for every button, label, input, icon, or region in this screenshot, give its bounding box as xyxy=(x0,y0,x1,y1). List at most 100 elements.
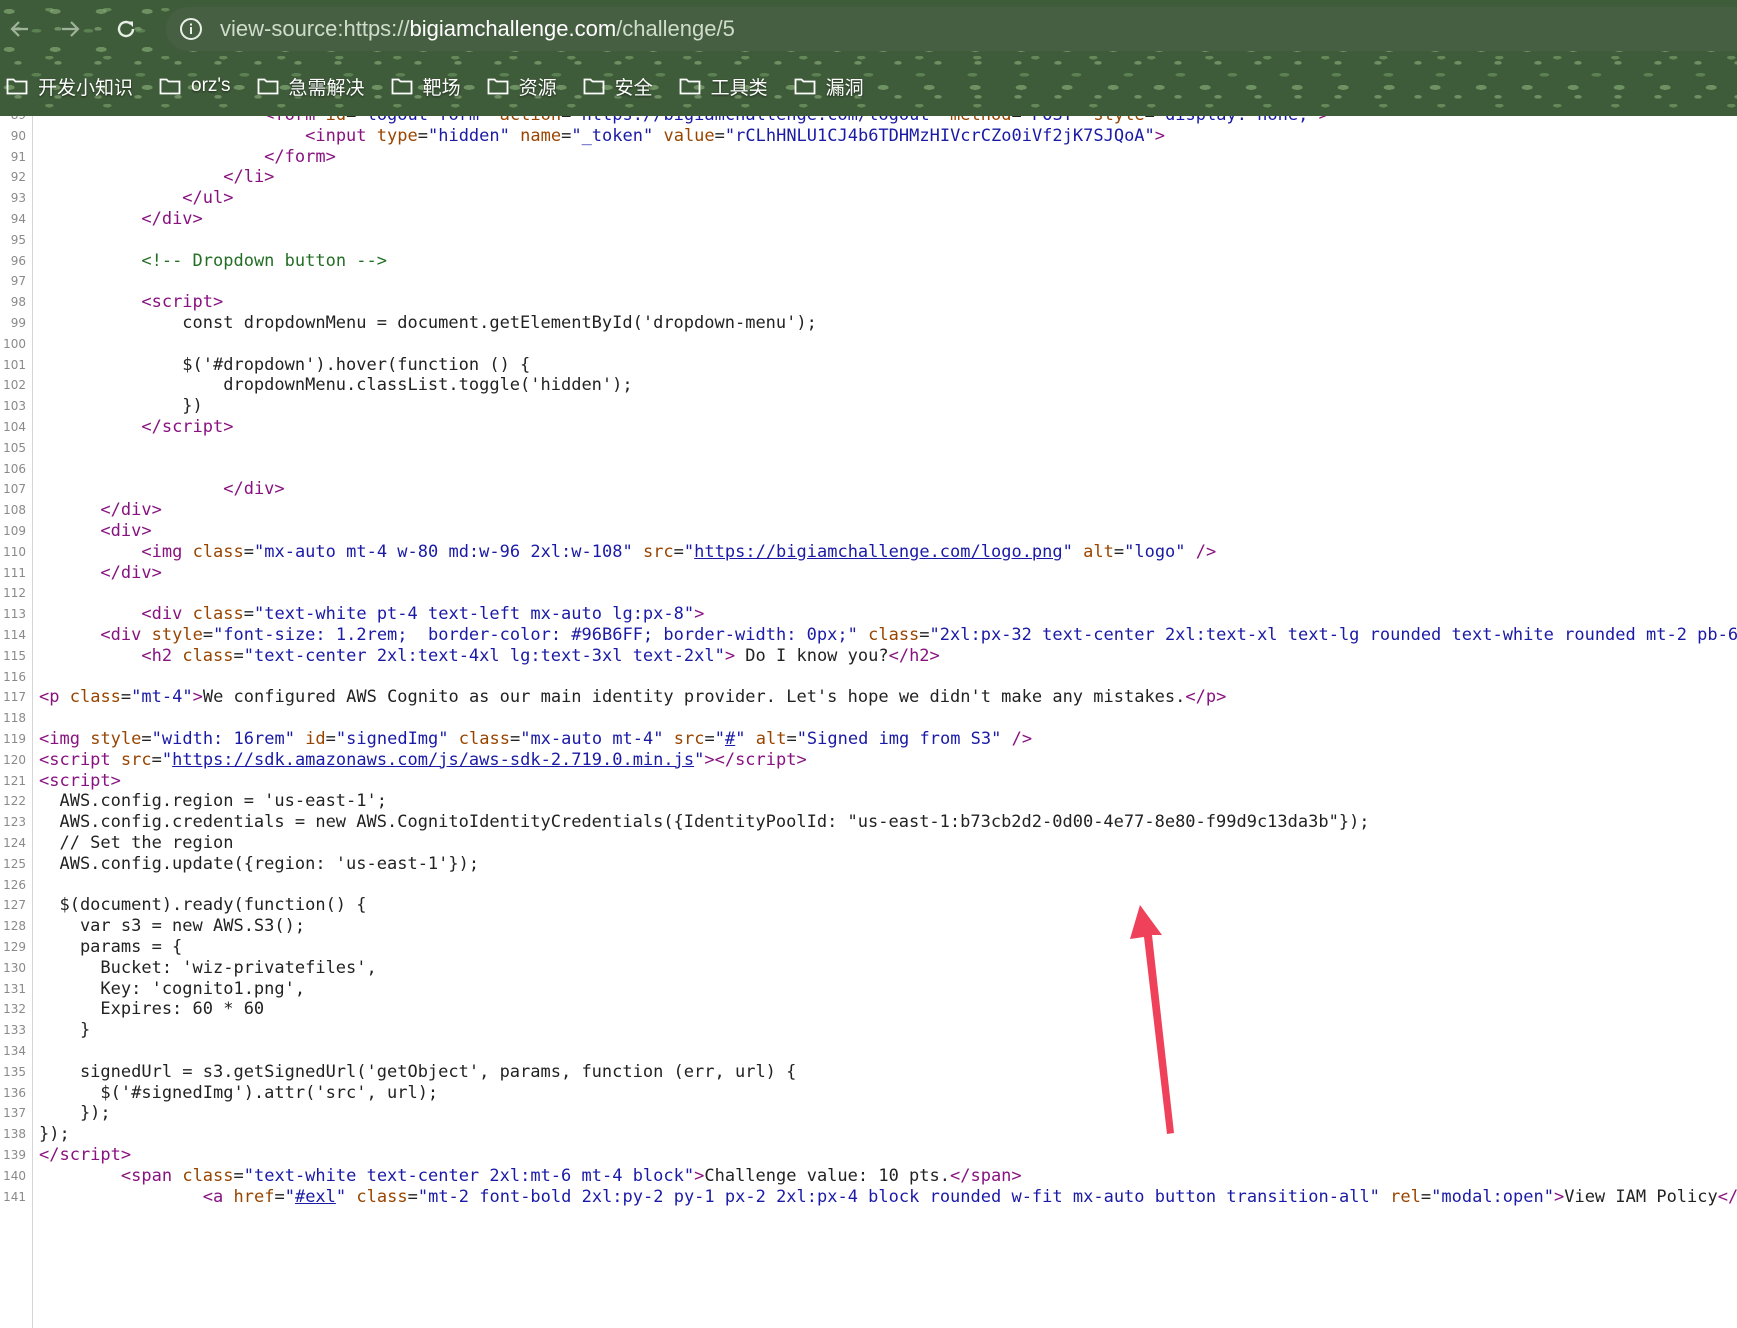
line-code: <script src="https://sdk.amazonaws.com/j… xyxy=(39,749,807,770)
source-line: 105 xyxy=(0,437,1737,460)
line-code: <input type="hidden" name="_token" value… xyxy=(305,125,1166,146)
bookmark-folder-8[interactable]: 漏洞 xyxy=(794,73,864,100)
line-code: <p class="mt-4">We configured AWS Cognit… xyxy=(39,687,1227,708)
line-code: const dropdownMenu = document.getElement… xyxy=(39,313,817,333)
line-number: 101 xyxy=(3,357,26,372)
line-number: 136 xyxy=(3,1085,26,1100)
url-domain: bigiamchallenge.com xyxy=(409,16,617,41)
source-line: 126 xyxy=(0,874,1737,897)
back-arrow-icon[interactable] xyxy=(4,13,36,45)
line-code: <h2 class="text-center 2xl:text-4xl lg:t… xyxy=(141,645,940,666)
source-line: 115 <h2 class="text-center 2xl:text-4xl … xyxy=(0,645,1737,668)
line-number: 131 xyxy=(3,981,26,996)
line-number: 93 xyxy=(10,191,26,206)
folder-icon xyxy=(159,77,181,95)
line-code: </div> xyxy=(141,209,203,229)
line-number: 100 xyxy=(3,336,26,351)
reload-icon[interactable] xyxy=(110,13,142,45)
line-number: 127 xyxy=(3,898,26,913)
source-line: 124 // Set the region xyxy=(0,832,1737,855)
line-number: 109 xyxy=(3,524,26,538)
line-number: 121 xyxy=(3,773,26,788)
source-line: 92 </li> xyxy=(0,166,1737,189)
line-number: 102 xyxy=(3,378,26,393)
line-number: 108 xyxy=(3,503,26,518)
line-number: 103 xyxy=(3,399,26,414)
line-code: signedUrl = s3.getSignedUrl('getObject',… xyxy=(39,1061,797,1082)
source-line: 135 signedUrl = s3.getSignedUrl('getObje… xyxy=(0,1061,1737,1084)
source-line: 108 </div> xyxy=(0,499,1737,522)
line-code: var s3 = new AWS.S3(); xyxy=(39,916,306,937)
source-line: 118 xyxy=(0,707,1737,730)
source-line: 127 $(document).ready(function() { xyxy=(0,894,1737,917)
line-code: </script> xyxy=(141,417,234,437)
bookmark-folder-2[interactable]: orz's xyxy=(159,75,231,97)
line-number: 130 xyxy=(3,960,26,975)
line-number: 116 xyxy=(3,669,26,684)
url-text[interactable]: view-source:https://bigiamchallenge.com/… xyxy=(220,16,735,42)
source-line: 136 $('#signedImg').attr('src', url); xyxy=(0,1082,1737,1105)
source-line: 139 </script> xyxy=(0,1144,1737,1167)
line-code: <script> xyxy=(39,770,121,791)
line-number: 94 xyxy=(10,212,26,226)
line-number: 141 xyxy=(3,1189,26,1204)
bookmark-folder-4[interactable]: 靶场 xyxy=(391,73,461,100)
line-code: }); xyxy=(39,1124,70,1145)
line-code: Expires: 60 * 60 xyxy=(39,999,265,1020)
line-number: 128 xyxy=(3,919,26,934)
line-code: }) xyxy=(39,396,203,417)
line-number: 113 xyxy=(3,607,26,622)
line-number: 126 xyxy=(3,877,26,892)
bookmark-folder-1[interactable]: 开发小知识 xyxy=(6,73,133,100)
bookmark-label: 开发小知识 xyxy=(38,77,134,99)
source-line: 93 </ul> xyxy=(0,187,1737,210)
source-line: 107 </div> xyxy=(0,478,1737,501)
line-code: // Set the region xyxy=(39,833,234,853)
line-code: <!-- Dropdown button --> xyxy=(141,250,387,271)
source-line: 137 }); xyxy=(0,1102,1737,1125)
source-line: 131 Key: 'cognito1.png', xyxy=(0,978,1737,1001)
source-line: 94 </div> xyxy=(0,208,1737,231)
source-line: 121 <script> xyxy=(0,770,1737,793)
folder-icon xyxy=(257,77,279,95)
bookmark-folder-7[interactable]: 工具类 xyxy=(679,73,768,100)
url-path: /challenge/5 xyxy=(616,16,735,41)
source-line: 112 xyxy=(0,582,1737,605)
source-line: 96 <!-- Dropdown button --> xyxy=(0,250,1737,273)
line-number: 123 xyxy=(3,815,26,830)
line-number: 133 xyxy=(3,1023,26,1038)
line-number: 107 xyxy=(3,482,26,497)
info-icon[interactable] xyxy=(178,16,204,42)
bookmark-label: 急需解决 xyxy=(288,77,365,99)
source-line: 132 Expires: 60 * 60 xyxy=(0,998,1737,1021)
bookmark-folder-3[interactable]: 急需解决 xyxy=(257,73,365,100)
line-code: </script> xyxy=(39,1145,132,1165)
line-number: 120 xyxy=(3,752,26,767)
bookmark-label: 工具类 xyxy=(710,77,768,99)
source-line: 97 xyxy=(0,270,1737,293)
line-code: </div> xyxy=(223,479,285,500)
line-number: 122 xyxy=(3,794,26,809)
browser-chrome: view-source:https://bigiamchallenge.com/… xyxy=(0,0,1737,116)
line-number: 132 xyxy=(3,1002,26,1017)
line-code: }); xyxy=(39,1103,111,1124)
address-bar[interactable]: view-source:https://bigiamchallenge.com/… xyxy=(166,7,1737,51)
source-line: 99 const dropdownMenu = document.getElem… xyxy=(0,312,1737,335)
bookmark-folder-5[interactable]: 资源 xyxy=(487,73,557,100)
source-line: 98 <script> xyxy=(0,291,1737,314)
line-number: 111 xyxy=(3,565,26,580)
line-code: Bucket: 'wiz-privatefiles', xyxy=(39,957,377,978)
source-code-view: 89 <form id="logout-form" action="https:… xyxy=(0,116,1737,1328)
line-number: 96 xyxy=(10,253,26,268)
line-number: 119 xyxy=(3,732,26,746)
source-line: 102 dropdownMenu.classList.toggle('hidde… xyxy=(0,374,1737,397)
source-line: 123 AWS.config.credentials = new AWS.Cog… xyxy=(0,811,1737,834)
line-number: 95 xyxy=(10,232,26,247)
forward-arrow-icon[interactable] xyxy=(54,13,86,45)
bookmark-folder-6[interactable]: 安全 xyxy=(583,73,653,100)
line-number: 98 xyxy=(10,295,26,310)
line-number: 117 xyxy=(3,690,26,705)
source-line: 130 Bucket: 'wiz-privatefiles', xyxy=(0,957,1737,980)
line-number: 138 xyxy=(3,1127,26,1142)
line-code: </div> xyxy=(100,500,162,521)
